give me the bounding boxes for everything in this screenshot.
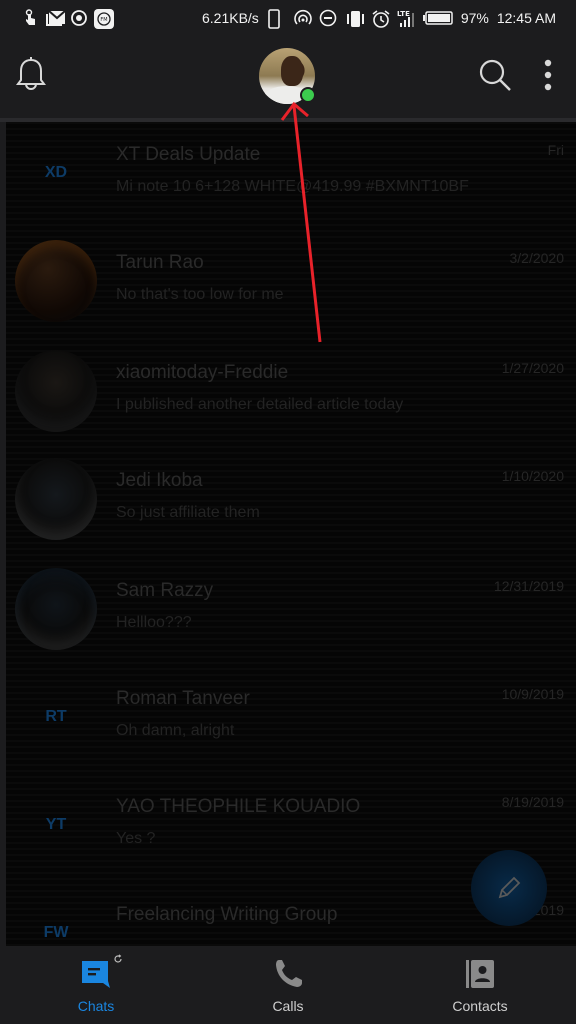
touch-gesture-icon xyxy=(22,9,40,27)
chat-item[interactable]: Sam Razzy Hellloo??? 12/31/2019 xyxy=(6,558,576,666)
chat-name: Freelancing Writing Group xyxy=(116,904,338,925)
chat-item[interactable]: Jedi Ikoba So just affiliate them 1/10/2… xyxy=(6,448,576,556)
more-options-button[interactable] xyxy=(538,58,558,94)
chat-avatar xyxy=(15,568,97,650)
chat-item[interactable]: XD XT Deals Update Mi note 10 6+128 WHIT… xyxy=(6,122,576,230)
chat-item[interactable]: RT Roman Tanveer Oh damn, alright 10/9/2… xyxy=(6,666,576,774)
tab-label: Calls xyxy=(272,998,304,1014)
chat-name: YAO THEOPHILE KOUADIO xyxy=(116,796,361,817)
chat-avatar: RT xyxy=(15,676,97,758)
avatar-initials: FW xyxy=(43,924,69,941)
fm-radio-icon: FM xyxy=(94,9,114,29)
chat-preview: So just affiliate them xyxy=(116,504,260,521)
chat-avatar: YT xyxy=(15,784,97,866)
new-chat-button[interactable] xyxy=(471,850,547,926)
chat-preview: I published another detailed article tod… xyxy=(116,396,404,413)
tab-contacts[interactable]: Contacts xyxy=(384,946,576,1024)
contact-book-icon xyxy=(466,960,494,988)
chat-name: Sam Razzy xyxy=(116,580,214,601)
chat-date: 1/27/2020 xyxy=(501,360,564,376)
chat-preview: Mi note 10 6+128 WHITE@419.99 #BXMNT10BF xyxy=(116,178,469,195)
app-bar xyxy=(0,36,576,118)
chat-avatar: FW xyxy=(15,892,97,946)
search-button[interactable] xyxy=(478,58,512,92)
battery-level: 97% xyxy=(460,10,489,26)
chat-name: XT Deals Update xyxy=(116,144,261,165)
do-not-disturb-icon xyxy=(319,9,337,27)
chat-date: Fri xyxy=(547,142,564,158)
chat-date: 3/2/2020 xyxy=(509,250,565,266)
chat-name: Tarun Rao xyxy=(116,252,204,273)
chat-avatar: XD xyxy=(15,132,97,214)
lte-signal-icon: LTE xyxy=(397,9,415,27)
sync-icon xyxy=(114,954,122,963)
chat-preview: Oh damn, alright xyxy=(116,722,235,739)
chat-preview: Hellloo??? xyxy=(116,614,192,631)
phone-outline-icon xyxy=(267,9,285,29)
status-bar: FM 6.21KB/s LTE 97% 12:45 AM xyxy=(0,0,576,36)
avatar-initials: XD xyxy=(44,164,68,181)
svg-text:LTE: LTE xyxy=(397,10,410,18)
battery-icon xyxy=(422,9,453,27)
chat-date: 1/10/2020 xyxy=(501,468,564,484)
phone-icon xyxy=(276,960,302,987)
hotspot-icon xyxy=(293,9,312,27)
chat-item[interactable]: xiaomitoday-Freddie I published another … xyxy=(6,340,576,448)
chat-date: 8/19/2019 xyxy=(501,794,564,810)
tab-chats[interactable]: Chats xyxy=(0,946,192,1024)
pencil-icon xyxy=(498,876,521,899)
gmail-icon xyxy=(46,9,66,27)
record-icon xyxy=(70,9,88,27)
chat-date: 10/9/2019 xyxy=(501,686,564,702)
tab-label: Contacts xyxy=(452,998,508,1014)
tab-label: Chats xyxy=(77,998,115,1014)
chat-avatar xyxy=(15,458,97,540)
svg-text:FM: FM xyxy=(100,17,107,23)
bottom-navigation: Chats Calls Contacts xyxy=(0,946,576,1024)
chat-date: 12/31/2019 xyxy=(493,578,564,594)
chat-item[interactable]: Tarun Rao No that's too low for me 3/2/2… xyxy=(6,230,576,338)
bell-icon xyxy=(16,57,46,90)
network-speed: 6.21KB/s xyxy=(201,10,259,26)
avatar-initials: RT xyxy=(45,708,67,725)
chat-list[interactable]: XD XT Deals Update Mi note 10 6+128 WHIT… xyxy=(6,122,576,946)
chat-name: xiaomitoday-Freddie xyxy=(116,362,289,383)
chat-bubble-icon xyxy=(82,961,110,988)
avatar-initials: YT xyxy=(45,816,67,833)
chat-preview: No that's too low for me xyxy=(116,286,284,303)
chat-avatar xyxy=(15,350,97,432)
alarm-icon xyxy=(371,9,390,28)
status-left-icons: FM xyxy=(22,9,114,29)
chat-avatar xyxy=(15,240,97,322)
chat-preview: Yes ? xyxy=(116,830,156,847)
avatar-photo-face xyxy=(281,56,303,86)
chat-name: Jedi Ikoba xyxy=(116,470,203,491)
online-status-indicator xyxy=(300,87,316,103)
more-vertical-icon xyxy=(544,59,552,91)
vibrate-icon xyxy=(345,9,364,27)
chat-name: Roman Tanveer xyxy=(116,688,250,709)
clock: 12:45 AM xyxy=(496,10,556,26)
notifications-button[interactable] xyxy=(14,56,48,94)
status-right-icons: 6.21KB/s LTE 97% 12:45 AM xyxy=(201,9,556,29)
search-icon xyxy=(479,59,511,91)
tab-calls[interactable]: Calls xyxy=(192,946,384,1024)
